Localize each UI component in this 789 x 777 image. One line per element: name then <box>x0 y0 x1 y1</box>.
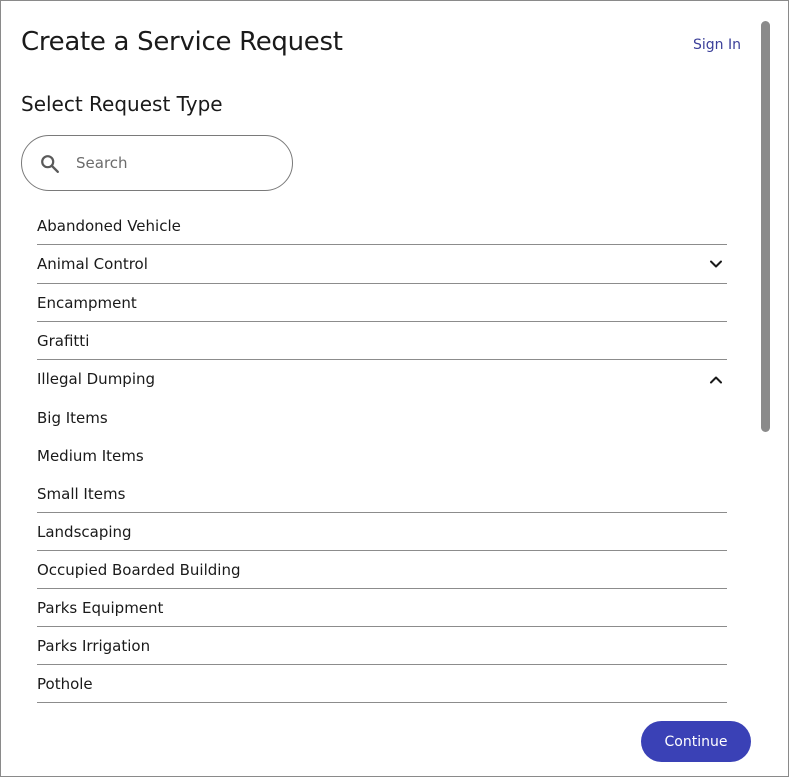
list-item-label: Grafitti <box>37 332 90 350</box>
list-item-label: Medium Items <box>37 447 144 465</box>
list-item-label: Parks Irrigation <box>37 637 151 655</box>
request-type-list: Abandoned Vehicle Animal Control Encampm… <box>37 207 727 703</box>
list-item-label: Animal Control <box>37 255 148 273</box>
list-item-label: Parks Equipment <box>37 599 164 617</box>
list-item-label: Landscaping <box>37 523 132 541</box>
sign-in-link[interactable]: Sign In <box>693 37 741 53</box>
list-item-illegal-dumping[interactable]: Illegal Dumping <box>37 360 727 399</box>
list-item-abandoned-vehicle[interactable]: Abandoned Vehicle <box>37 207 727 245</box>
search-input[interactable] <box>76 148 276 178</box>
service-request-panel: Create a Service Request Sign In Select … <box>0 0 789 777</box>
chevron-up-icon[interactable] <box>709 373 723 387</box>
scrollbar-thumb[interactable] <box>761 21 770 432</box>
list-item-encampment[interactable]: Encampment <box>37 284 727 322</box>
list-item-grafitti[interactable]: Grafitti <box>37 322 727 360</box>
section-title: Select Request Type <box>21 92 223 116</box>
list-item-big-items[interactable]: Big Items <box>37 399 727 437</box>
list-item-small-items[interactable]: Small Items <box>37 475 727 513</box>
list-item-label: Abandoned Vehicle <box>37 217 181 235</box>
list-item-medium-items[interactable]: Medium Items <box>37 437 727 475</box>
list-item-label: Encampment <box>37 294 137 312</box>
list-item-label: Pothole <box>37 675 93 693</box>
page-title: Create a Service Request <box>21 27 343 57</box>
list-item-parks-irrigation[interactable]: Parks Irrigation <box>37 627 727 665</box>
list-item-label: Occupied Boarded Building <box>37 561 241 579</box>
list-item-animal-control[interactable]: Animal Control <box>37 245 727 284</box>
list-item-parks-equipment[interactable]: Parks Equipment <box>37 589 727 627</box>
search-icon <box>41 155 59 173</box>
list-item-label: Big Items <box>37 409 108 427</box>
list-item-label: Illegal Dumping <box>37 370 156 388</box>
search-box[interactable] <box>21 135 293 191</box>
list-item-occupied-boarded-building[interactable]: Occupied Boarded Building <box>37 551 727 589</box>
chevron-down-icon[interactable] <box>709 257 723 271</box>
list-item-label: Small Items <box>37 485 126 503</box>
list-item-landscaping[interactable]: Landscaping <box>37 513 727 551</box>
continue-button[interactable]: Continue <box>641 721 751 762</box>
list-item-pothole[interactable]: Pothole <box>37 665 727 703</box>
